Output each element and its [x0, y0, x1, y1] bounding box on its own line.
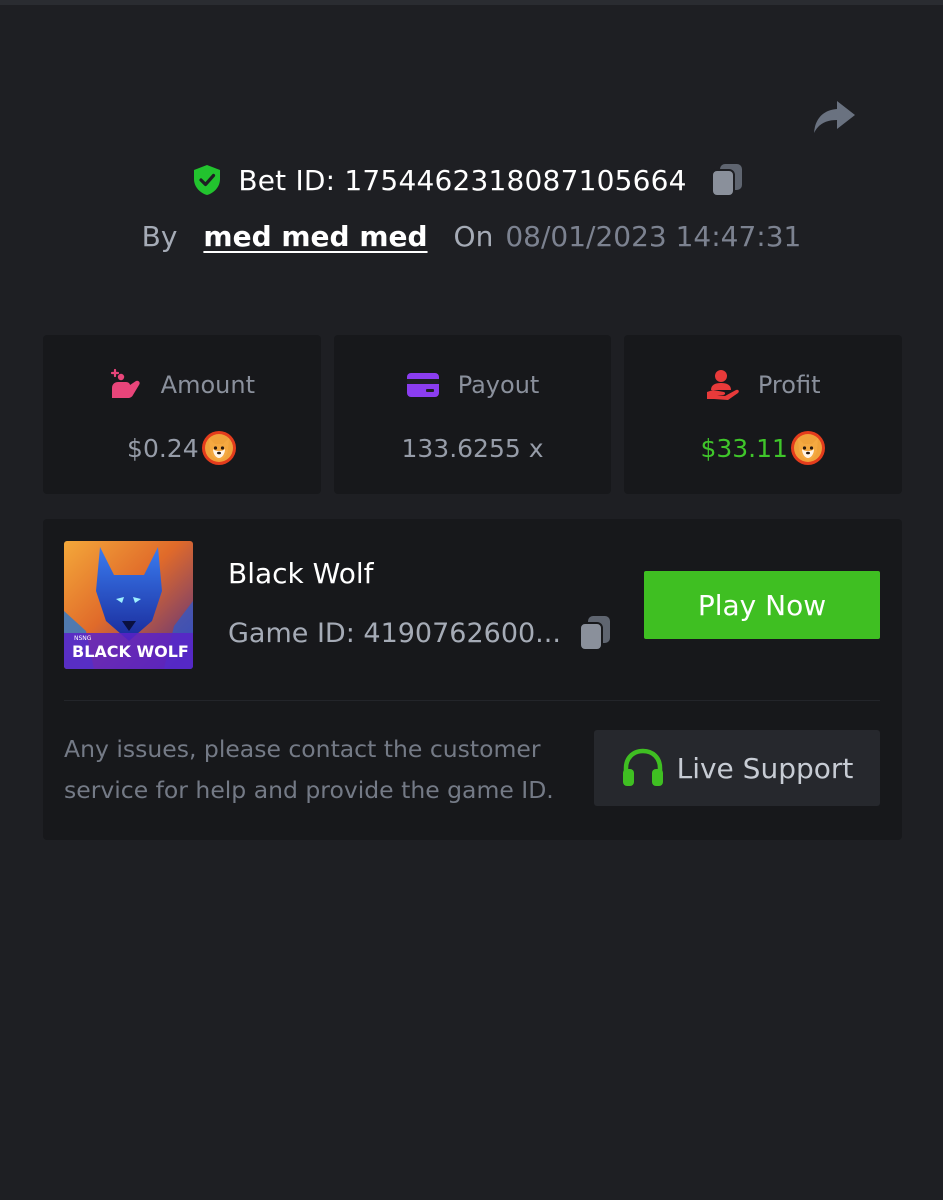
bet-meta-row: By med med med On 08/01/2023 14:47:31	[0, 214, 943, 258]
by-label: By	[141, 219, 178, 253]
stat-profit-value: $33.11	[700, 433, 788, 463]
copy-icon	[578, 616, 610, 651]
copy-bet-id-button[interactable]	[709, 161, 745, 199]
bet-id-label: Bet ID: 1754462318087105664	[238, 163, 687, 197]
live-support-button[interactable]: Live Support	[594, 730, 880, 806]
divider	[64, 700, 880, 701]
bet-datetime: 08/01/2023 14:47:31	[505, 219, 802, 253]
wolf-image: NSNG BLACK WOLF	[64, 541, 193, 669]
stat-amount-title: Amount	[160, 371, 255, 399]
card-icon	[406, 373, 439, 397]
copy-icon	[710, 164, 742, 197]
stat-amount-value: $0.24	[127, 433, 199, 463]
share-icon	[814, 101, 855, 133]
on-label: On	[453, 219, 494, 253]
username-link[interactable]: med med med	[203, 220, 427, 253]
shib-coin-icon	[201, 431, 236, 465]
headset-icon	[622, 748, 663, 786]
game-card: NSNG BLACK WOLF Black Wolf Game ID: 4190…	[43, 519, 902, 840]
game-id-row: Game ID: 4190762600...	[228, 611, 613, 655]
profit-icon	[706, 370, 739, 400]
stat-profit: Profit $33.11	[624, 335, 903, 494]
thumbnail-brand: NSNG	[74, 635, 92, 642]
support-help-text: Any issues, please contact the customer …	[64, 735, 554, 804]
live-support-label: Live Support	[676, 751, 854, 785]
verified-shield-icon	[194, 165, 221, 195]
copy-game-id-button[interactable]	[577, 613, 613, 653]
stat-amount: Amount $0.24	[43, 335, 321, 494]
shib-coin-icon	[790, 431, 825, 465]
bet-id-row: Bet ID: 1754462318087105664	[0, 158, 943, 202]
bet-stats: Amount $0.24 Payout 133.6255 x Profit $3…	[43, 335, 903, 494]
game-thumbnail[interactable]: NSNG BLACK WOLF	[64, 541, 193, 669]
play-now-button[interactable]: Play Now	[644, 571, 880, 639]
stat-payout-title: Payout	[457, 371, 540, 399]
share-button[interactable]	[808, 94, 860, 140]
amount-icon	[110, 368, 140, 398]
stat-payout-value: 133.6255 x	[401, 433, 544, 463]
stat-profit-title: Profit	[757, 371, 821, 399]
game-id-label: Game ID: 4190762600...	[228, 617, 561, 649]
game-name: Black Wolf	[228, 557, 374, 590]
thumbnail-title: BLACK WOLF	[72, 642, 189, 661]
top-border	[0, 0, 943, 5]
stat-payout: Payout 133.6255 x	[333, 335, 612, 494]
